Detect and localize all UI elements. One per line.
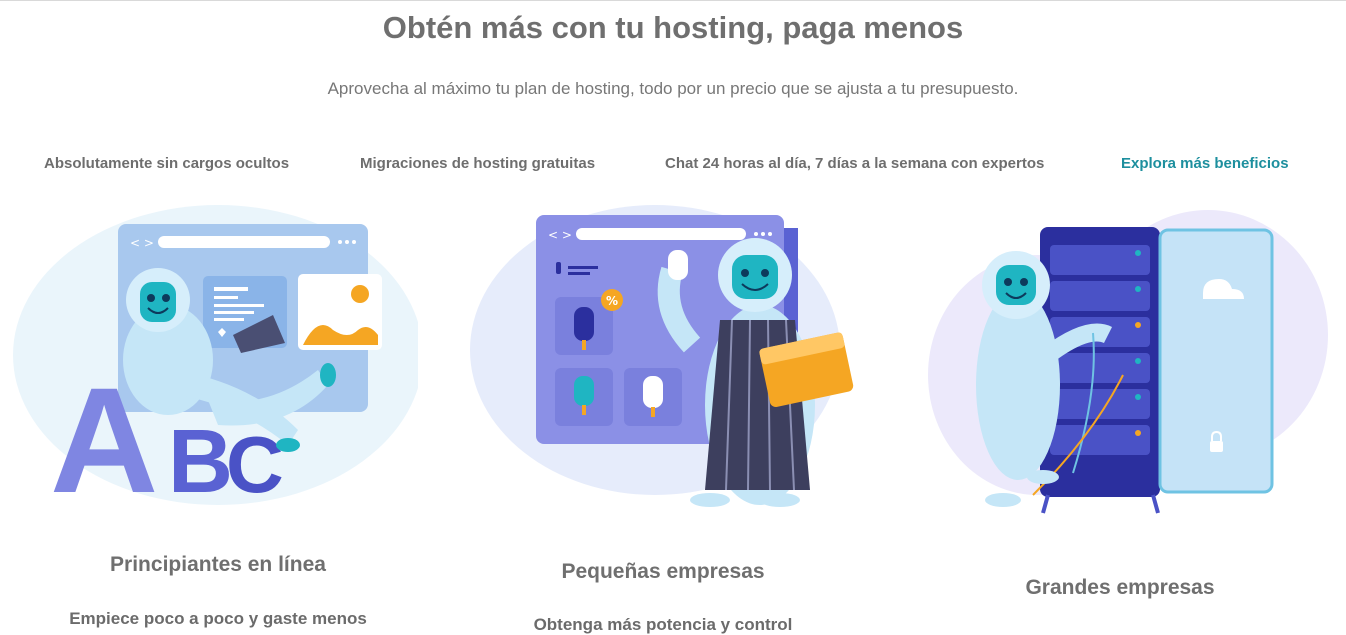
card-desc-beginners: Empiece poco a poco y gaste menos <box>69 609 367 628</box>
card-title-small-business: Pequeñas empresas <box>561 560 765 583</box>
explore-benefits-link[interactable]: Explora más beneficios <box>1121 155 1289 172</box>
benefit-no-hidden-fees: Absolutamente sin cargos ocultos <box>44 155 290 172</box>
benefit-24-7-chat: Chat 24 horas al día, 7 días a la semana… <box>665 155 1045 172</box>
svg-text:B: B <box>168 412 233 512</box>
card-desc-small-business: Obtenga más potencia y control <box>533 615 793 634</box>
yeti-shop-popsicles-illustration: < > % <box>470 205 854 507</box>
svg-text:%: % <box>606 294 618 308</box>
benefit-free-migrations: Migraciones de hosting gratuitas <box>360 155 596 172</box>
top-border <box>0 0 1346 1</box>
svg-text:< >: < > <box>548 228 572 242</box>
card-title-beginners: Principiantes en línea <box>110 553 326 576</box>
svg-text:< >: < > <box>130 236 154 250</box>
page-subtitle: Aprovecha al máximo tu plan de hosting, … <box>327 79 1019 98</box>
page-title: Obtén más con tu hosting, paga menos <box>382 10 964 45</box>
yeti-laptop-abc-illustration: < > A B C <box>13 205 418 515</box>
card-title-large-business: Grandes empresas <box>1025 576 1215 599</box>
yeti-server-rack-illustration <box>928 210 1328 514</box>
